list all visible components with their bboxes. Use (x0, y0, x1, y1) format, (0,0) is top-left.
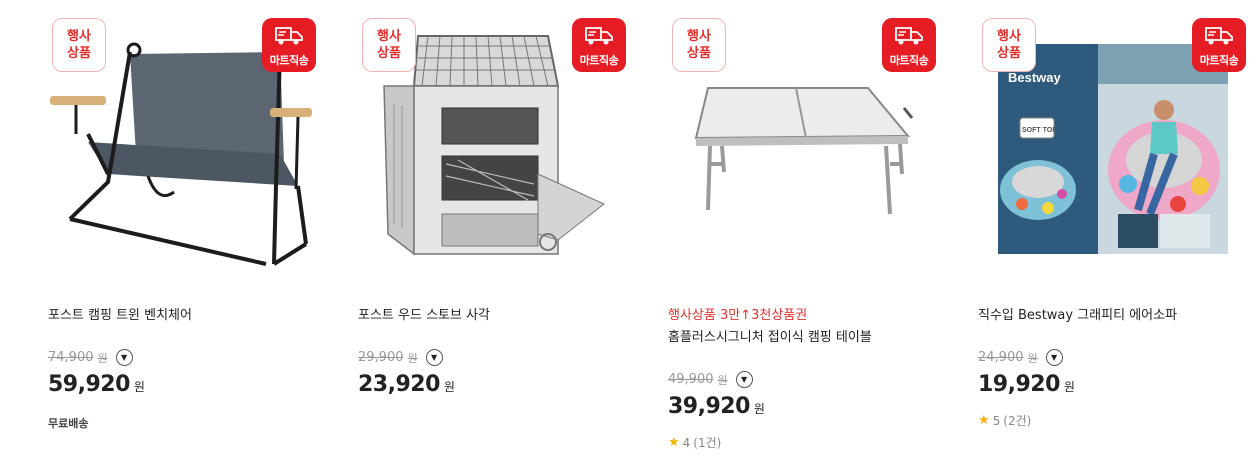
badge-event-line1: 행사 (377, 29, 401, 44)
product-card[interactable]: 행사 상품 마트직송 행사상품 3만↑3천상품권 홈플러스시그니처 접이식 캠핑… (668, 0, 938, 467)
original-price: 29,900 (358, 350, 404, 365)
truck-icon (585, 27, 613, 45)
original-price-unit: 원 (407, 351, 418, 365)
star-icon: ★ (668, 435, 680, 450)
event-product-badge: 행사 상품 (982, 18, 1036, 72)
badge-event-line1: 행사 (687, 29, 711, 44)
mart-direct-badge: 마트직송 (262, 18, 316, 72)
badge-event-line1: 행사 (67, 29, 91, 44)
mart-badge-label: 마트직송 (269, 54, 309, 67)
sale-price-unit: 원 (443, 380, 455, 394)
product-card[interactable]: 행사 상품 마트직송 포스트 캠핑 트윈 벤치체어 74,900 원 ▼ 59,… (48, 0, 318, 467)
review-count: (2건) (1003, 414, 1032, 428)
rating[interactable]: ★ 4 (1건) (668, 434, 721, 451)
product-title[interactable]: 직수입 Bestway 그래피티 에어소파 (978, 304, 1177, 323)
sale-price: 39,920 (668, 394, 750, 419)
sale-price-row: 23,920 원 (358, 372, 455, 397)
promo-text: 행사상품 3만↑3천상품권 (668, 308, 808, 323)
box-brand-text: Bestway (1008, 70, 1062, 85)
rating-score: 4 (682, 435, 691, 450)
truck-icon (1205, 27, 1233, 45)
mart-badge-label: 마트직송 (1199, 54, 1239, 67)
event-product-badge: 행사 상품 (52, 18, 106, 72)
sale-price: 59,920 (48, 372, 130, 397)
mart-direct-badge: 마트직송 (882, 18, 936, 72)
product-card[interactable]: Bestway SOFT TOP 행사 상품 마트직송 직수입 Bestway … (978, 0, 1248, 467)
original-price-row: 24,900 원 ▼ (978, 349, 1063, 366)
original-price-unit: 원 (717, 373, 728, 387)
sale-price-row: 39,920 원 (668, 394, 765, 419)
original-price: 24,900 (978, 350, 1024, 365)
truck-icon (275, 27, 303, 45)
rating[interactable]: ★ 5 (2건) (978, 412, 1031, 429)
original-price-row: 49,900 원 ▼ (668, 371, 753, 388)
box-soft-top-text: SOFT TOP (1022, 127, 1057, 134)
product-title[interactable]: 포스트 우드 스토브 사각 (358, 304, 490, 323)
original-price-unit: 원 (97, 351, 108, 365)
badge-event-line2: 상품 (377, 46, 401, 61)
product-image[interactable]: Bestway SOFT TOP 행사 상품 마트직송 (978, 14, 1248, 270)
product-image[interactable]: 행사 상품 마트직송 (358, 14, 628, 270)
chevron-down-icon[interactable]: ▼ (115, 349, 133, 366)
sale-price-unit: 원 (753, 402, 765, 416)
chevron-down-icon[interactable]: ▼ (735, 371, 753, 388)
rating-score: 5 (992, 413, 1001, 428)
mart-direct-badge: 마트직송 (1192, 18, 1246, 72)
mart-badge-label: 마트직송 (579, 54, 619, 67)
sale-price: 19,920 (978, 372, 1060, 397)
original-price-unit: 원 (1027, 351, 1038, 365)
product-image[interactable]: 행사 상품 마트직송 (48, 14, 318, 270)
sale-price-unit: 원 (133, 380, 145, 394)
mart-direct-badge: 마트직송 (572, 18, 626, 72)
original-price-row: 29,900 원 ▼ (358, 349, 443, 366)
star-icon: ★ (978, 413, 990, 428)
badge-event-line2: 상품 (67, 46, 91, 61)
mart-badge-label: 마트직송 (889, 54, 929, 67)
sale-price-row: 19,920 원 (978, 372, 1075, 397)
sale-price-unit: 원 (1063, 380, 1075, 394)
badge-event-line2: 상품 (997, 46, 1021, 61)
truck-icon (895, 27, 923, 45)
sale-price-row: 59,920 원 (48, 372, 145, 397)
event-product-badge: 행사 상품 (672, 18, 726, 72)
original-price-row: 74,900 원 ▼ (48, 349, 133, 366)
original-price: 74,900 (48, 350, 94, 365)
chevron-down-icon[interactable]: ▼ (1045, 349, 1063, 366)
product-title[interactable]: 홈플러스시그니처 접이식 캠핑 테이블 (668, 326, 872, 345)
free-shipping-label: 무료배송 (48, 417, 89, 430)
badge-event-line2: 상품 (687, 46, 711, 61)
original-price: 49,900 (668, 372, 714, 387)
product-image[interactable]: 행사 상품 마트직송 (668, 14, 938, 270)
product-card[interactable]: 행사 상품 마트직송 포스트 우드 스토브 사각 29,900 원 ▼ 23,9… (358, 0, 628, 467)
event-product-badge: 행사 상품 (362, 18, 416, 72)
chevron-down-icon[interactable]: ▼ (425, 349, 443, 366)
review-count: (1건) (693, 436, 722, 450)
product-title[interactable]: 포스트 캠핑 트윈 벤치체어 (48, 304, 192, 323)
sale-price: 23,920 (358, 372, 440, 397)
badge-event-line1: 행사 (997, 29, 1021, 44)
